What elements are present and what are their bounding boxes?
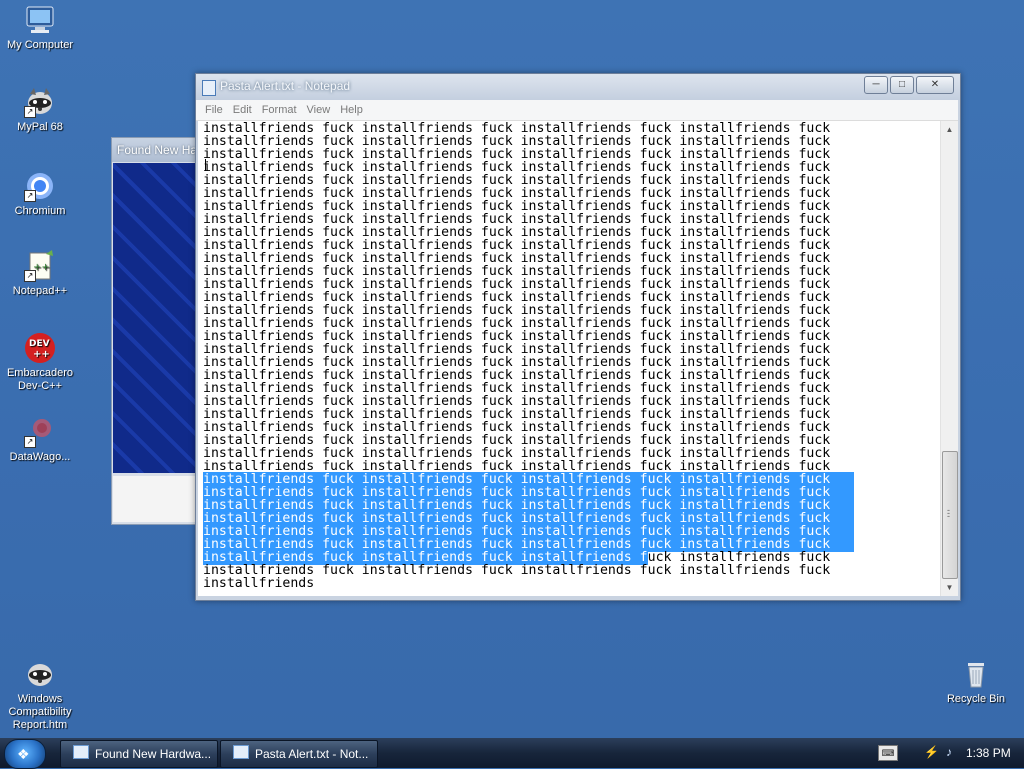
menu-format[interactable]: Format: [257, 101, 302, 116]
desktop-icon-notepadpp[interactable]: ++ ↗ Notepad++: [0, 250, 80, 298]
start-button[interactable]: ❖: [4, 739, 46, 769]
menu-help[interactable]: Help: [335, 101, 368, 116]
desktop-icon-label: Embarcadero Dev-C++: [6, 367, 74, 392]
computer-icon: [24, 4, 56, 36]
desktop-icon-datawago[interactable]: ↗ DataWago...: [0, 416, 80, 464]
window-title: Pasta Alert.txt - Notepad: [220, 79, 351, 93]
taskbar-button-found-new-hardware[interactable]: Found New Hardwa...: [60, 740, 218, 768]
recycle-bin-icon: [960, 658, 992, 690]
chromium-icon: ↗: [24, 170, 56, 202]
desktop: My Computer ↗ MyPal 68 ↗ Chromium ++ ↗ N…: [0, 0, 1024, 738]
shortcut-arrow-icon: ↗: [24, 190, 36, 202]
menu-file[interactable]: File: [196, 101, 228, 116]
window-icon: [73, 745, 89, 759]
datawago-icon: ↗: [24, 416, 56, 448]
desktop-icon-my-computer[interactable]: My Computer: [0, 4, 80, 52]
notepad-icon: [233, 745, 249, 759]
raccoon-icon: [24, 658, 56, 690]
vertical-scrollbar[interactable]: ▲ --- ▼: [940, 121, 958, 596]
desktop-icon-label: Notepad++: [12, 285, 68, 297]
menu-edit[interactable]: Edit: [228, 101, 257, 116]
desktop-icon-label: Recycle Bin: [946, 693, 1006, 705]
devcpp-icon: DEV ++: [24, 332, 56, 364]
shortcut-arrow-icon: ↗: [24, 106, 36, 118]
svg-text:++: ++: [33, 349, 50, 360]
maximize-button[interactable]: □: [890, 76, 914, 94]
taskbar: ❖ Found New Hardwa... Pasta Alert.txt - …: [0, 738, 1024, 769]
scroll-thumb[interactable]: ---: [942, 451, 958, 579]
desktop-icon-label: Windows Compatibility Report.htm: [8, 693, 72, 731]
desktop-icon-compat-report[interactable]: Windows Compatibility Report.htm: [0, 658, 80, 732]
windows-logo-icon: ❖: [17, 746, 30, 762]
desktop-icon-label: Chromium: [14, 205, 66, 217]
desktop-icon-mypal[interactable]: ↗ MyPal 68: [0, 86, 80, 134]
taskbar-button-notepad[interactable]: Pasta Alert.txt - Not...: [220, 740, 378, 768]
system-tray: ⌨ ⚡ ♪ 1:38 PM: [874, 738, 1024, 768]
desktop-icon-label: My Computer: [6, 39, 74, 51]
text-editor[interactable]: installfriends fuck installfriends fuck …: [198, 121, 940, 596]
raccoon-icon: ↗: [24, 86, 56, 118]
volume-icon[interactable]: ♪: [942, 745, 956, 759]
desktop-icon-recycle-bin[interactable]: Recycle Bin: [936, 658, 1016, 706]
shortcut-arrow-icon: ↗: [24, 270, 36, 282]
grip-icon: ---: [947, 505, 950, 521]
keyboard-icon[interactable]: ⌨: [878, 745, 898, 761]
desktop-icon-label: DataWago...: [9, 451, 71, 463]
taskbar-button-label: Found New Hardwa...: [95, 747, 212, 761]
scroll-down-icon[interactable]: ▼: [941, 579, 958, 596]
close-button[interactable]: ✕: [916, 76, 954, 94]
minimize-button[interactable]: ─: [864, 76, 888, 94]
scroll-up-icon[interactable]: ▲: [941, 121, 958, 138]
clock[interactable]: 1:38 PM: [966, 746, 1011, 760]
svg-text:DEV: DEV: [29, 339, 50, 349]
menu-view[interactable]: View: [302, 101, 336, 116]
desktop-icon-devcpp[interactable]: DEV ++ Embarcadero Dev-C++: [0, 332, 80, 393]
notepad-window[interactable]: Pasta Alert.txt - Notepad ─ □ ✕ File Edit…: [195, 73, 961, 601]
menu-bar: File Edit Format View Help: [196, 100, 958, 121]
title-bar[interactable]: Pasta Alert.txt - Notepad ─ □ ✕: [196, 74, 960, 100]
network-icon[interactable]: ⚡: [924, 745, 939, 759]
desktop-icon-label: MyPal 68: [17, 121, 63, 133]
notepad-icon: [202, 80, 216, 96]
desktop-icon-chromium[interactable]: ↗ Chromium: [0, 170, 80, 218]
shortcut-arrow-icon: ↗: [24, 436, 36, 448]
document-text[interactable]: installfriends fuck installfriends fuck …: [198, 121, 940, 590]
taskbar-button-label: Pasta Alert.txt - Not...: [255, 747, 369, 761]
text-cursor: [205, 159, 206, 171]
notepadpp-icon: ++ ↗: [24, 250, 56, 282]
